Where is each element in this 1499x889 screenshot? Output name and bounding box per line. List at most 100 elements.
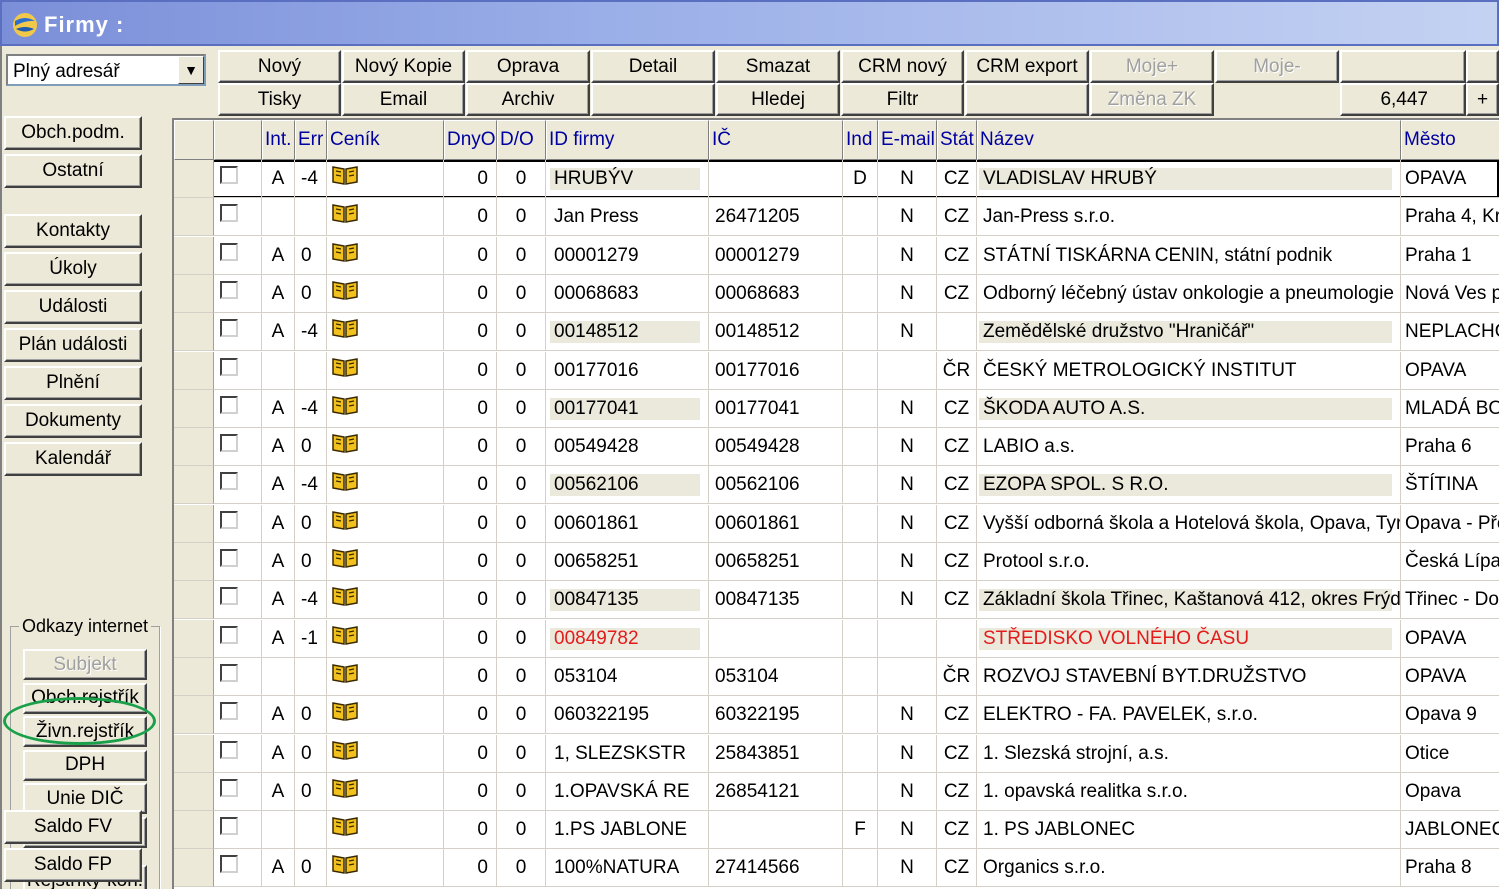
dropdown-arrow-icon[interactable]: ▼ [178,56,204,84]
pricelist-book-icon[interactable] [331,777,359,805]
row-checkbox[interactable] [220,587,238,606]
kontakty-button[interactable]: Kontakty [4,214,142,248]
archiv-button[interactable]: Archiv [466,83,590,116]
pricelist-book-icon[interactable] [331,739,359,767]
row-select-cell[interactable] [214,236,262,275]
row-select-cell[interactable] [214,619,262,658]
row-indicator[interactable] [174,734,214,773]
col-header-nazev[interactable]: Název [977,120,1401,160]
row-select-cell[interactable] [214,543,262,581]
pricelist-book-icon[interactable] [331,585,359,613]
col-header-stat[interactable]: Stát [937,120,977,160]
row-checkbox[interactable] [220,357,238,376]
saldo-fv-button[interactable]: Saldo FV [4,810,142,844]
table-row[interactable]: A 0 0 0 1, SLEZSKSTR 25843851 N CZ 1. Slezská st… [174,734,1499,773]
col-header-cenik[interactable]: Ceník [327,120,444,160]
row-select-cell[interactable] [214,772,262,811]
row-select-cell[interactable] [214,581,262,620]
filtr-button[interactable]: Filtr [841,83,964,116]
row-select-cell[interactable] [214,849,262,888]
row-select-cell[interactable] [214,198,262,237]
row-select-cell[interactable] [214,389,262,428]
udalosti-button[interactable]: Události [4,290,142,324]
row-indicator[interactable] [174,581,214,620]
row-select-cell[interactable] [214,811,262,850]
table-row[interactable]: A 0 0 0 00068683 00068683 N CZ Odborný léčebný ú… [174,274,1499,313]
pricelist-book-icon[interactable] [331,547,359,575]
row-indicator[interactable] [174,351,214,390]
row-indicator[interactable] [174,811,214,850]
pricelist-cell[interactable] [327,236,444,275]
dokumenty-button[interactable]: Dokumenty [4,404,142,438]
plneni-button[interactable]: Plnění [4,366,142,400]
email-button[interactable]: Email [342,83,465,116]
pricelist-book-icon[interactable] [331,815,359,843]
row-select-cell[interactable] [214,504,262,543]
novy-button[interactable]: Nový [218,50,341,83]
table-row[interactable]: A 0 0 0 00601861 00601861 N CZ Vyšší odborná ško… [174,504,1499,543]
col-header-ind[interactable]: Ind [843,120,878,160]
col-header-e-mail[interactable]: E-mail [878,120,937,160]
row-indicator[interactable] [174,466,214,505]
row-select-cell[interactable] [214,466,262,505]
table-row[interactable]: 0 0 00177016 00177016 ČR ČESKÝ METROLOGICKÝ I… [174,351,1499,390]
row-checkbox[interactable] [220,204,238,223]
row-checkbox[interactable] [220,510,238,529]
pricelist-book-icon[interactable] [331,662,359,690]
row-checkbox[interactable] [220,702,238,721]
row-select-cell[interactable] [214,160,262,198]
ukoly-button[interactable]: Úkoly [4,252,142,286]
pricelist-cell[interactable] [327,581,444,620]
pricelist-cell[interactable] [327,351,444,390]
row-checkbox[interactable] [220,740,238,759]
row-indicator[interactable] [174,543,214,581]
obch-podm-button[interactable]: Obch.podm. [4,116,142,150]
table-row[interactable]: A -4 0 0 00148512 00148512 N Zemědělské družstv… [174,313,1499,352]
row-checkbox[interactable] [220,778,238,797]
row-checkbox[interactable] [220,855,238,874]
col-header-mesto[interactable]: Město [1401,120,1499,160]
row-checkbox[interactable] [220,549,238,567]
row-checkbox[interactable] [220,395,238,414]
pricelist-cell[interactable] [327,466,444,505]
table-row[interactable]: A 0 0 0 1.OPAVSKÁ RE 26854121 N CZ 1. opavská re… [174,772,1499,811]
pricelist-cell[interactable] [327,849,444,888]
table-row[interactable]: A -4 0 0 00562106 00562106 N CZ EZOPA SPOL. S R.… [174,466,1499,505]
smazat-button[interactable]: Smazat [716,50,840,83]
row-indicator[interactable] [174,313,214,352]
table-row[interactable]: 0 0 Jan Press 26471205 N CZ Jan-Press s.r.o. Pr… [174,198,1499,237]
row-select-cell[interactable] [214,696,262,735]
row-checkbox[interactable] [220,166,238,184]
row-checkbox[interactable] [220,663,238,682]
pricelist-cell[interactable] [327,543,444,581]
saldo-fp-button[interactable]: Saldo FP [4,848,142,882]
row-indicator[interactable] [174,389,214,428]
pricelist-book-icon[interactable] [331,700,359,728]
pricelist-book-icon[interactable] [331,509,359,537]
dph-link-button[interactable]: DPH [23,749,147,781]
row-select-cell[interactable] [214,351,262,390]
row-indicator[interactable] [174,772,214,811]
pricelist-cell[interactable] [327,657,444,696]
table-row[interactable]: A 0 0 0 00001279 00001279 N CZ STÁTNÍ TISKÁRNA C… [174,236,1499,275]
pricelist-book-icon[interactable] [331,853,359,881]
row-indicator[interactable] [174,657,214,696]
address-book-select[interactable]: Plný adresář ▼ [6,54,206,86]
row-indicator[interactable] [174,619,214,658]
pricelist-cell[interactable] [327,619,444,658]
table-row[interactable]: A -4 0 0 00177041 00177041 N CZ ŠKODA AUTO A.S. M… [174,389,1499,428]
row-indicator[interactable] [174,198,214,237]
row-indicator[interactable] [174,236,214,275]
pricelist-cell[interactable] [327,198,444,237]
table-row[interactable]: A -4 0 0 HRUBÝV D N CZ VLADISLAV HRUBÝ OPAVA [174,160,1499,198]
table-row[interactable]: A -1 0 0 00849782 STŘEDISKO VOLNÉHO ČASU OPAVA [174,619,1499,658]
row-select-cell[interactable] [214,313,262,352]
pricelist-cell[interactable] [327,734,444,773]
table-row[interactable]: 0 0 1.PS JABLONE F N CZ 1. PS JABLONEC JABLONEC [174,811,1499,850]
pricelist-book-icon[interactable] [331,279,359,307]
pricelist-cell[interactable] [327,389,444,428]
pricelist-book-icon[interactable] [331,470,359,498]
pricelist-book-icon[interactable] [331,356,359,384]
col-header-d-o[interactable]: D/O [497,120,546,160]
table-row[interactable]: 0 0 053104 053104 ČR ROZVOJ STAVEBNÍ BYT.DRUŽ… [174,657,1499,696]
